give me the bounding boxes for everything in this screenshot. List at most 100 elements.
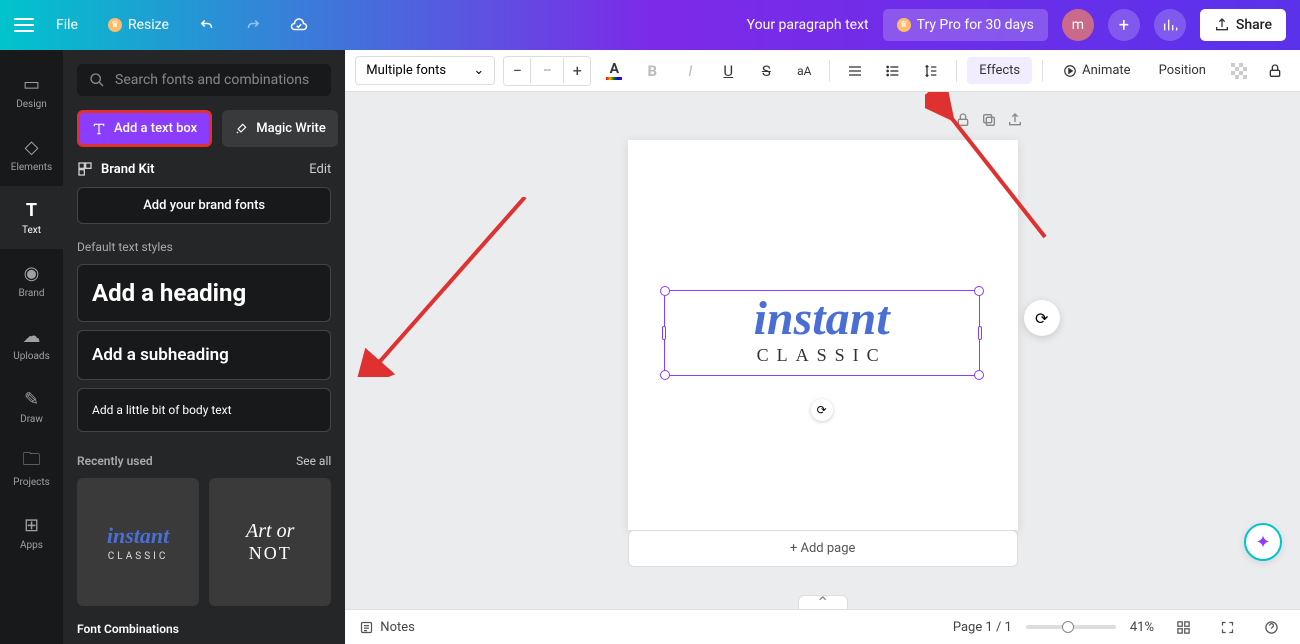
chevron-down-icon: ⌄ [473, 63, 484, 78]
recent-thumb-1[interactable]: instant CLASSIC [77, 478, 199, 606]
side-rail: ▭Design ◇Elements TText ◉Brand ☁Uploads … [0, 50, 63, 644]
zoom-slider[interactable] [1026, 625, 1116, 629]
add-text-box-button[interactable]: Add a text box [77, 110, 212, 147]
rail-design[interactable]: ▭Design [0, 60, 63, 123]
rail-projects[interactable]: 🗀Projects [0, 438, 63, 501]
lock-page-icon[interactable] [955, 112, 971, 132]
magic-write-button[interactable]: Magic Write [222, 110, 338, 147]
file-menu[interactable]: File [48, 11, 86, 39]
resize-handle[interactable] [660, 286, 670, 296]
rail-brand[interactable]: ◉Brand [0, 249, 63, 312]
case-button[interactable]: aA [789, 56, 819, 86]
canvas-page[interactable]: instant CLASSIC ⟳ ⟳ [628, 140, 1018, 530]
cloud-sync-icon[interactable] [283, 9, 315, 41]
notes-button[interactable]: Notes [359, 620, 415, 635]
draw-icon: ✎ [21, 388, 43, 410]
lock-button[interactable] [1260, 56, 1290, 86]
resize-handle[interactable] [974, 286, 984, 296]
zoom-value[interactable]: 41% [1130, 620, 1154, 635]
text-panel: Add a text box Magic Write Brand Kit Edi… [63, 50, 345, 644]
animate-button[interactable]: Animate [1053, 57, 1140, 84]
list-button[interactable] [878, 56, 908, 86]
default-styles-label: Default text styles [77, 240, 331, 254]
rotate-handle[interactable]: ⟳ [811, 399, 833, 421]
brand-kit-edit[interactable]: Edit [309, 162, 331, 177]
rail-elements[interactable]: ◇Elements [0, 123, 63, 186]
add-heading-button[interactable]: Add a heading [77, 264, 331, 322]
page-indicator: Page 1 / 1 [953, 620, 1012, 635]
page-actions [955, 112, 1023, 132]
zoom-thumb[interactable] [1062, 621, 1074, 633]
rail-text[interactable]: TText [0, 186, 63, 249]
resize-button[interactable]: ♛Resize [100, 11, 177, 39]
spacing-button[interactable] [916, 56, 946, 86]
insights-button[interactable] [1154, 9, 1186, 41]
align-button[interactable] [840, 56, 870, 86]
text-box-icon [92, 122, 106, 136]
bold-button[interactable]: B [637, 56, 667, 86]
resize-handle[interactable] [978, 326, 982, 340]
resize-handle[interactable] [660, 370, 670, 380]
add-page-button[interactable]: + Add page [628, 530, 1018, 567]
text-instant[interactable]: instant [665, 291, 979, 343]
italic-button[interactable]: I [675, 56, 705, 86]
undo-button[interactable] [191, 9, 223, 41]
annotation-arrow [355, 197, 535, 377]
bottom-bar: Notes Page 1 / 1 41% [345, 609, 1300, 644]
transparency-button[interactable] [1224, 56, 1254, 86]
rail-apps[interactable]: ⊞Apps [0, 501, 63, 564]
text-classic[interactable]: CLASSIC [665, 345, 979, 366]
rail-uploads[interactable]: ☁Uploads [0, 312, 63, 375]
avatar[interactable]: m [1062, 9, 1094, 41]
search-icon [89, 72, 105, 88]
text-selection[interactable]: instant CLASSIC ⟳ [664, 290, 980, 376]
page-tray-toggle[interactable]: ⌃ [798, 595, 848, 609]
add-body-button[interactable]: Add a little bit of body text [77, 388, 331, 432]
regenerate-button[interactable]: ⟳ [1024, 300, 1060, 336]
font-select[interactable]: Multiple fonts⌄ [355, 56, 495, 85]
share-page-icon[interactable] [1007, 112, 1023, 132]
menu-icon[interactable] [14, 18, 34, 32]
brand-icon: ◉ [21, 262, 43, 284]
search-box[interactable] [77, 64, 331, 96]
strikethrough-button[interactable]: S [751, 56, 781, 86]
underline-button[interactable]: U [713, 56, 743, 86]
font-size-group: − -- + [503, 56, 591, 86]
add-member-button[interactable]: + [1108, 9, 1140, 41]
fullscreen-button[interactable] [1212, 612, 1242, 642]
elements-icon: ◇ [21, 136, 43, 158]
design-icon: ▭ [21, 73, 43, 95]
uploads-icon: ☁ [21, 325, 43, 347]
canvas-viewport[interactable]: Magic Write Ungroup ⋯ instant CLASSIC [345, 92, 1300, 609]
share-button[interactable]: Share [1200, 9, 1286, 41]
assistant-button[interactable]: ✦ [1244, 523, 1282, 561]
help-button[interactable] [1256, 612, 1286, 642]
decrease-size-button[interactable]: − [504, 57, 530, 85]
rail-draw[interactable]: ✎Draw [0, 375, 63, 438]
brand-kit-icon [77, 161, 93, 177]
recently-used-label: Recently used [77, 454, 153, 468]
grid-view-button[interactable] [1168, 612, 1198, 642]
add-brand-fonts-button[interactable]: Add your brand fonts [77, 187, 331, 224]
text-icon: T [21, 199, 43, 221]
search-input[interactable] [115, 72, 319, 88]
font-size-value[interactable]: -- [530, 58, 564, 83]
magic-icon [234, 122, 248, 136]
add-subheading-button[interactable]: Add a subheading [77, 330, 331, 380]
text-color-button[interactable]: A [599, 56, 629, 86]
see-all-link[interactable]: See all [296, 454, 331, 468]
recent-thumb-2[interactable]: Art or NOT [209, 478, 331, 606]
document-title[interactable]: Your paragraph text [747, 17, 869, 33]
apps-icon: ⊞ [21, 514, 43, 536]
resize-handle[interactable] [662, 326, 666, 340]
notes-icon [359, 620, 374, 635]
animate-icon [1063, 64, 1077, 78]
redo-button[interactable] [237, 9, 269, 41]
position-button[interactable]: Position [1149, 57, 1216, 84]
projects-icon: 🗀 [21, 451, 43, 473]
try-pro-button[interactable]: ♛Try Pro for 30 days [883, 9, 1048, 41]
duplicate-page-icon[interactable] [981, 112, 997, 132]
effects-button[interactable]: Effects [967, 57, 1032, 84]
resize-handle[interactable] [974, 370, 984, 380]
increase-size-button[interactable]: + [564, 57, 590, 85]
